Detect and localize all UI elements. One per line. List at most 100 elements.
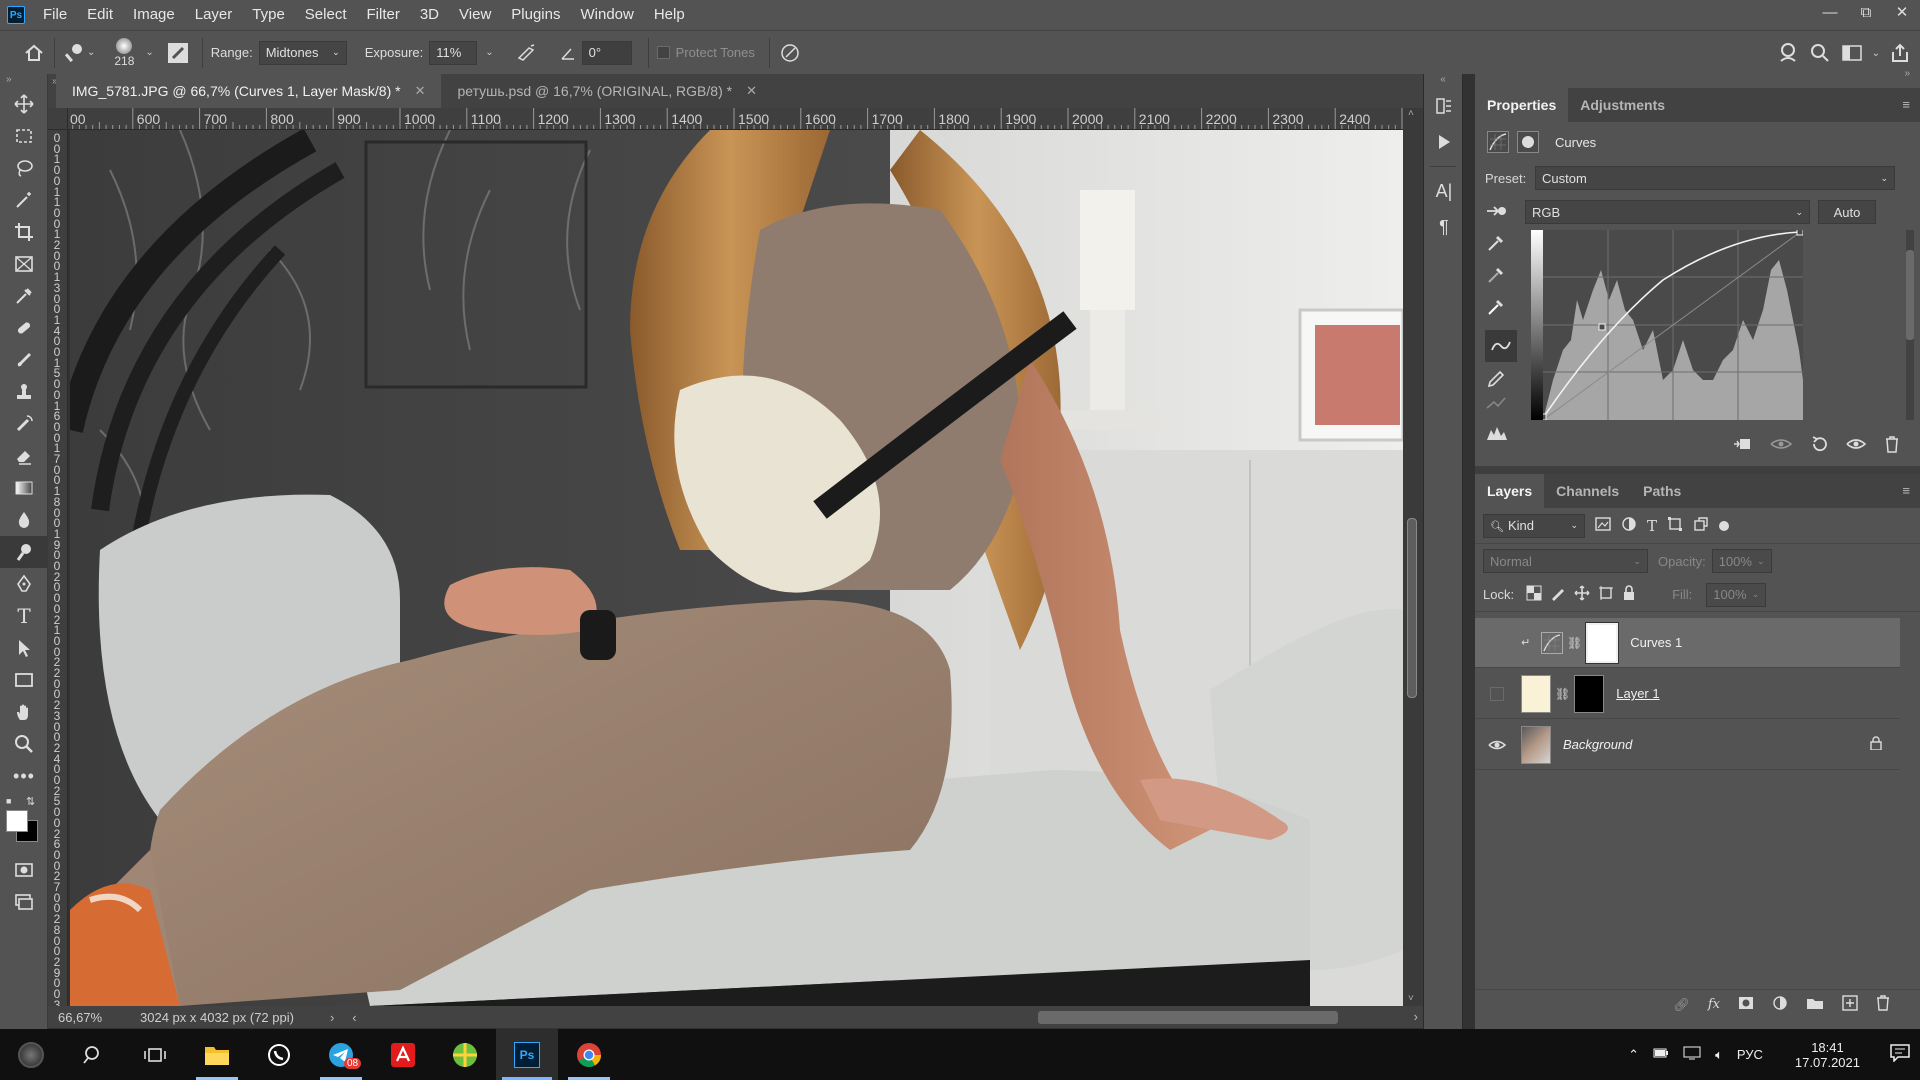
gradient-tool-icon[interactable]	[0, 472, 48, 504]
scroll-right-icon[interactable]: ›	[1414, 1009, 1418, 1024]
eyedropper-tool-icon[interactable]	[0, 280, 48, 312]
blend-mode-dropdown[interactable]: Normal ⌄	[1483, 549, 1648, 573]
battery-icon[interactable]	[1653, 1047, 1669, 1062]
chevron-down-icon[interactable]: ⌄	[485, 47, 493, 58]
blur-tool-icon[interactable]	[0, 504, 48, 536]
brush-size-picker[interactable]: 218	[109, 37, 139, 68]
quick-mask-icon[interactable]	[0, 854, 48, 886]
volume-icon[interactable]: 🔈︎	[1715, 1047, 1723, 1063]
delete-icon[interactable]	[1884, 435, 1900, 456]
tab-layers[interactable]: Layers	[1475, 474, 1545, 508]
layer-row-layer-1[interactable]: ⛓ Layer 1	[1475, 669, 1900, 719]
fx-icon[interactable]: fx	[1708, 997, 1720, 1012]
filter-pixel-icon[interactable]	[1595, 517, 1611, 534]
filter-smart-object-icon[interactable]	[1693, 516, 1709, 535]
character-icon[interactable]: A|	[1424, 173, 1464, 209]
zoom-tool-icon[interactable]	[0, 728, 48, 760]
home-icon[interactable]	[22, 41, 46, 65]
chrome-icon[interactable]	[558, 1029, 620, 1080]
zoom-level[interactable]: 66,67%	[48, 1010, 118, 1025]
fill-input[interactable]: 100% ⌄	[1706, 582, 1767, 607]
input-language[interactable]: РУС	[1737, 1047, 1763, 1062]
move-tool-icon[interactable]	[0, 88, 48, 120]
menu-help[interactable]: Help	[644, 0, 695, 30]
lock-all-icon[interactable]	[1622, 585, 1636, 604]
history-brush-tool-icon[interactable]	[0, 408, 48, 440]
auto-button[interactable]: Auto	[1818, 200, 1876, 224]
maps-app-icon[interactable]	[434, 1029, 496, 1080]
chevron-down-icon[interactable]: ⌄	[87, 47, 95, 58]
path-selection-tool-icon[interactable]	[0, 632, 48, 664]
menu-plugins[interactable]: Plugins	[501, 0, 570, 30]
photoshop-logo-icon[interactable]: Ps	[7, 6, 25, 24]
tab-paths[interactable]: Paths	[1631, 474, 1693, 508]
clone-stamp-tool-icon[interactable]	[0, 376, 48, 408]
menu-view[interactable]: View	[449, 0, 501, 30]
telegram-icon[interactable]: 08	[310, 1029, 372, 1080]
restore-icon[interactable]: ⧉	[1848, 0, 1884, 30]
tab-channels[interactable]: Channels	[1544, 474, 1631, 508]
workspace-icon[interactable]	[1840, 41, 1864, 65]
angle-input[interactable]: 0°	[581, 40, 632, 65]
smooth-icon[interactable]	[1485, 394, 1525, 424]
new-layer-icon[interactable]	[1842, 995, 1858, 1014]
more-tools-icon[interactable]: •••	[0, 760, 48, 792]
menu-type[interactable]: Type	[242, 0, 295, 30]
dodge-tool-preset-icon[interactable]	[63, 41, 87, 65]
eraser-tool-icon[interactable]	[0, 440, 48, 472]
document-canvas[interactable]	[70, 130, 1403, 1006]
lasso-tool-icon[interactable]	[0, 152, 48, 184]
search-icon[interactable]	[62, 1029, 124, 1080]
pencil-icon[interactable]	[1485, 362, 1525, 394]
filter-shape-icon[interactable]	[1667, 516, 1683, 535]
layer-name[interactable]: Layer 1	[1616, 686, 1659, 701]
search-icon[interactable]	[1808, 41, 1832, 65]
minimize-icon[interactable]: —	[1812, 0, 1848, 30]
history-icon[interactable]	[1424, 88, 1464, 124]
panel-menu-icon[interactable]: ≡	[1902, 474, 1910, 508]
mask-icon[interactable]	[1517, 131, 1539, 153]
menu-window[interactable]: Window	[570, 0, 643, 30]
scrollbar-thumb[interactable]	[1038, 1011, 1338, 1024]
visibility-toggle[interactable]	[1483, 629, 1511, 657]
paragraph-icon[interactable]: ¶	[1424, 209, 1464, 245]
link-icon[interactable]: ⛓	[1555, 687, 1570, 701]
tab-img-5781[interactable]: IMG_5781.JPG @ 66,7% (Curves 1, Layer Ma…	[56, 74, 442, 108]
protect-tones-checkbox[interactable]	[656, 46, 670, 59]
lock-artboard-icon[interactable]	[1598, 585, 1614, 604]
magic-wand-tool-icon[interactable]	[0, 184, 48, 216]
reset-icon[interactable]	[1810, 435, 1828, 456]
adobe-acrobat-icon[interactable]	[372, 1029, 434, 1080]
dodge-tool-icon[interactable]	[0, 536, 48, 568]
new-adjustment-layer-icon[interactable]	[1772, 995, 1788, 1014]
actions-play-icon[interactable]	[1424, 124, 1464, 160]
filter-adjustment-icon[interactable]	[1621, 516, 1637, 535]
close-icon[interactable]: ✕	[1884, 0, 1920, 30]
black-point-eyedropper-icon[interactable]	[1485, 232, 1525, 264]
close-tab-icon[interactable]: ✕	[415, 74, 426, 108]
clipping-warning-icon[interactable]	[1485, 424, 1525, 454]
type-tool-icon[interactable]: T	[0, 600, 48, 632]
new-group-icon[interactable]	[1806, 996, 1824, 1013]
lock-icon[interactable]	[1870, 736, 1882, 753]
file-explorer-icon[interactable]	[186, 1029, 248, 1080]
photoshop-taskbar-icon[interactable]: Ps	[496, 1029, 558, 1080]
visibility-toggle[interactable]	[1483, 731, 1511, 759]
menu-layer[interactable]: Layer	[185, 0, 243, 30]
filter-type-icon[interactable]: T	[1647, 517, 1657, 535]
ruler-origin[interactable]	[48, 108, 68, 130]
whatsapp-icon[interactable]	[248, 1029, 310, 1080]
lock-image-pixels-icon[interactable]	[1550, 585, 1566, 604]
swap-colors-icon[interactable]: ⇅	[26, 795, 35, 808]
rectangle-tool-icon[interactable]	[0, 664, 48, 696]
menu-edit[interactable]: Edit	[77, 0, 123, 30]
horizontal-ruler[interactable]: 00 600 700 800 900 1000 1100 1200 1300 1400 1500 16…	[68, 108, 1403, 130]
gray-point-eyedropper-icon[interactable]	[1485, 264, 1525, 296]
layer-filter-dropdown[interactable]: 🔍︎ Kind ⌄	[1483, 513, 1585, 538]
healing-brush-tool-icon[interactable]	[0, 312, 48, 344]
view-previous-state-icon[interactable]	[1770, 436, 1793, 455]
link-icon[interactable]: ⛓	[1567, 636, 1582, 650]
layer-mask-thumbnail[interactable]	[1585, 621, 1620, 664]
clip-to-layer-icon[interactable]	[1732, 436, 1752, 455]
menu-file[interactable]: File	[33, 0, 77, 30]
